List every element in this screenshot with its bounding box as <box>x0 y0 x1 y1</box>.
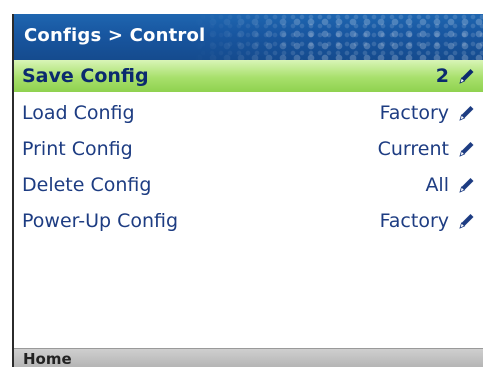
header-pattern <box>193 14 483 60</box>
config-menu-list: Save Config 2 Load Config Factory Print … <box>14 60 483 239</box>
pencil-icon[interactable] <box>455 102 477 124</box>
pencil-icon[interactable] <box>455 65 477 87</box>
menu-item-value: All <box>425 174 449 196</box>
menu-item-label: Load Config <box>22 102 135 124</box>
pencil-icon[interactable] <box>455 174 477 196</box>
menu-item-value: 2 <box>435 65 449 87</box>
menu-item-label: Save Config <box>22 65 149 87</box>
page-title: Configs > Control <box>24 25 206 46</box>
menu-item-label: Delete Config <box>22 174 152 196</box>
menu-item-value: Current <box>377 138 449 160</box>
header-bar: Configs > Control <box>14 14 483 60</box>
home-button[interactable]: Home <box>23 350 72 368</box>
menu-item-load-config[interactable]: Load Config Factory <box>14 95 483 131</box>
menu-item-delete-config[interactable]: Delete Config All <box>14 167 483 203</box>
footer-bar: Home <box>14 348 483 368</box>
menu-item-print-config[interactable]: Print Config Current <box>14 131 483 167</box>
pencil-icon[interactable] <box>455 138 477 160</box>
menu-item-value: Factory <box>379 210 449 232</box>
menu-item-label: Power-Up Config <box>22 210 179 232</box>
menu-item-save-config[interactable]: Save Config 2 <box>14 60 483 92</box>
menu-item-label: Print Config <box>22 138 133 160</box>
menu-item-power-up-config[interactable]: Power-Up Config Factory <box>14 203 483 239</box>
menu-item-value: Factory <box>379 102 449 124</box>
config-screen: Configs > Control Save Config 2 Load Con… <box>12 14 483 368</box>
pencil-icon[interactable] <box>455 210 477 232</box>
